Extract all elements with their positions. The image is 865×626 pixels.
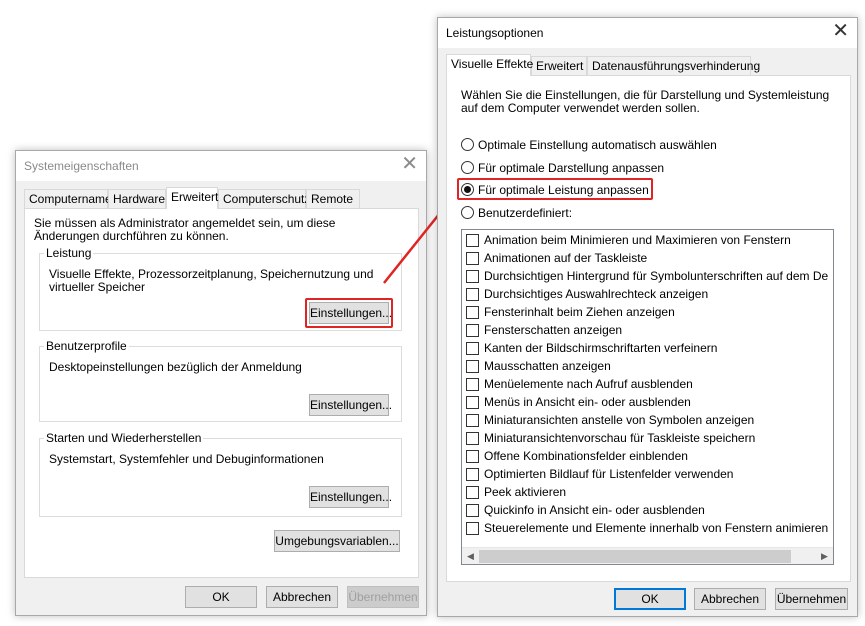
group-description: Systemstart, Systemfehler und Debuginfor… (49, 452, 324, 466)
performance-options-dialog: Leistungsoptionen ✕ Visuelle Effekte Erw… (437, 17, 858, 617)
tab-dep[interactable]: Datenausführungsverhinderung (587, 56, 760, 75)
tab-computerschutz[interactable]: Computerschutz (218, 189, 310, 208)
checkbox-label: Fensterschatten anzeigen (484, 323, 623, 337)
admin-note: Sie müssen als Administrator angemeldet … (34, 216, 336, 243)
radio-label: Für optimale Darstellung anpassen (478, 161, 665, 175)
tab-erweitert[interactable]: Erweitert (531, 56, 587, 75)
checkbox-label: Animationen auf der Taskleiste (484, 251, 648, 265)
checkbox-label: Quickinfo in Ansicht ein- oder ausblende… (484, 503, 705, 517)
checkbox[interactable] (466, 288, 479, 301)
title-bar[interactable]: Leistungsoptionen ✕ (438, 18, 857, 48)
checkbox[interactable] (466, 306, 479, 319)
tab-panel: Sie müssen als Administrator angemeldet … (24, 208, 419, 578)
cancel-button[interactable]: Abbrechen (266, 586, 338, 608)
group-label: Benutzerprofile (44, 339, 129, 353)
tab-strip: Visuelle Effekte Erweitert Datenausführu… (446, 54, 851, 76)
tab-hardware[interactable]: Hardware (108, 189, 166, 208)
tab-strip: Computername Hardware Erweitert Computer… (24, 187, 419, 209)
checkbox-label: Kanten der Bildschirmschriftarten verfei… (484, 341, 718, 355)
scrollbar-thumb[interactable] (479, 550, 791, 563)
checkbox-label: Menüs in Ansicht ein- oder ausblenden (484, 395, 691, 409)
group-label: Leistung (44, 246, 94, 260)
horizontal-scrollbar[interactable]: ◀ ▶ (462, 547, 833, 564)
title-bar[interactable]: Systemeigenschaften ✕ (16, 151, 426, 181)
radio-auto[interactable]: Optimale Einstellung automatisch auswähl… (461, 137, 841, 153)
checkbox[interactable] (466, 414, 479, 427)
tab-panel: Wählen Sie die Einstellungen, die für Da… (446, 75, 851, 582)
tab-computername[interactable]: Computername (24, 189, 112, 208)
group-description: Visuelle Effekte, Prozessorzeitplanung, … (49, 267, 374, 294)
checkbox-label: Offene Kombinationsfelder einblenden (484, 449, 688, 463)
checkbox-label: Mausschatten anzeigen (484, 359, 611, 373)
radio-button[interactable] (461, 161, 474, 174)
checkbox[interactable] (466, 252, 479, 265)
checkbox-label: Miniaturansichten anstelle von Symbolen … (484, 413, 755, 427)
checkbox-label: Menüelemente nach Aufruf ausblenden (484, 377, 693, 391)
checkbox[interactable] (466, 342, 479, 355)
ok-button[interactable]: OK (614, 588, 686, 610)
apply-button[interactable]: Übernehmen (347, 586, 419, 608)
highlight-box (457, 178, 653, 200)
checkbox-label: Peek aktivieren (484, 485, 567, 499)
checkbox-label: Optimierten Bildlauf für Listenfelder ve… (484, 467, 734, 481)
tab-remote[interactable]: Remote (306, 189, 360, 208)
radio-best-appearance[interactable]: Für optimale Darstellung anpassen (461, 160, 841, 176)
group-label: Starten und Wiederherstellen (44, 431, 204, 445)
checkbox-label: Steuerelemente und Elemente innerhalb vo… (484, 521, 829, 535)
checkbox[interactable] (466, 468, 479, 481)
tab-visual-effects[interactable]: Visuelle Effekte (446, 54, 533, 76)
checkbox[interactable] (466, 234, 479, 247)
radio-custom[interactable]: Benutzerdefiniert: (461, 205, 841, 221)
checkbox[interactable] (466, 504, 479, 517)
radio-button[interactable] (461, 138, 474, 151)
intro-text: Wählen Sie die Einstellungen, die für Da… (461, 88, 830, 115)
group-benutzerprofile: Benutzerprofile Desktopeinstellungen bez… (39, 339, 402, 422)
checkbox[interactable] (466, 450, 479, 463)
checkbox[interactable] (466, 378, 479, 391)
dialog-title: Systemeigenschaften (24, 159, 139, 173)
checkbox[interactable] (466, 432, 479, 445)
profiles-settings-button[interactable]: Einstellungen... (309, 394, 392, 416)
cancel-button[interactable]: Abbrechen (694, 588, 766, 610)
startup-settings-button[interactable]: Einstellungen... (309, 486, 392, 508)
group-leistung: Leistung Visuelle Effekte, Prozessorzeit… (39, 246, 402, 331)
group-starten: Starten und Wiederherstellen Systemstart… (39, 431, 402, 517)
ok-button[interactable]: OK (185, 586, 257, 608)
checkbox[interactable] (466, 522, 479, 535)
close-icon[interactable]: ✕ (832, 21, 849, 41)
checkbox-label: Durchsichtiges Auswahlrechteck anzeigen (484, 287, 709, 301)
checkbox-label: Durchsichtigen Hintergrund für Symbolunt… (484, 269, 829, 283)
chevron-right-icon[interactable]: ▶ (817, 549, 832, 564)
apply-button[interactable]: Übernehmen (775, 588, 848, 610)
highlight-box (305, 298, 393, 328)
checkbox-label: Animation beim Minimieren und Maximieren… (484, 233, 791, 247)
dialog-title: Leistungsoptionen (446, 26, 544, 40)
checkbox[interactable] (466, 396, 479, 409)
checkbox-label: Fensterinhalt beim Ziehen anzeigen (484, 305, 675, 319)
group-description: Desktopeinstellungen bezüglich der Anmel… (49, 360, 302, 374)
radio-label: Benutzerdefiniert: (478, 206, 573, 220)
radio-button[interactable] (461, 206, 474, 219)
chevron-left-icon[interactable]: ◀ (463, 549, 478, 564)
system-properties-dialog: Systemeigenschaften ✕ Computername Hardw… (15, 150, 427, 616)
checkbox[interactable] (466, 360, 479, 373)
checkbox[interactable] (466, 270, 479, 283)
effects-listbox[interactable]: Animation beim Minimieren und Maximieren… (461, 229, 834, 565)
checkbox[interactable] (466, 324, 479, 337)
checkbox-label: Miniaturansichtenvorschau für Taskleiste… (484, 431, 756, 445)
radio-label: Optimale Einstellung automatisch auswähl… (478, 138, 717, 152)
tab-erweitert[interactable]: Erweitert (166, 187, 218, 209)
checkbox[interactable] (466, 486, 479, 499)
close-icon[interactable]: ✕ (401, 154, 418, 174)
environment-variables-button[interactable]: Umgebungsvariablen... (274, 530, 400, 552)
